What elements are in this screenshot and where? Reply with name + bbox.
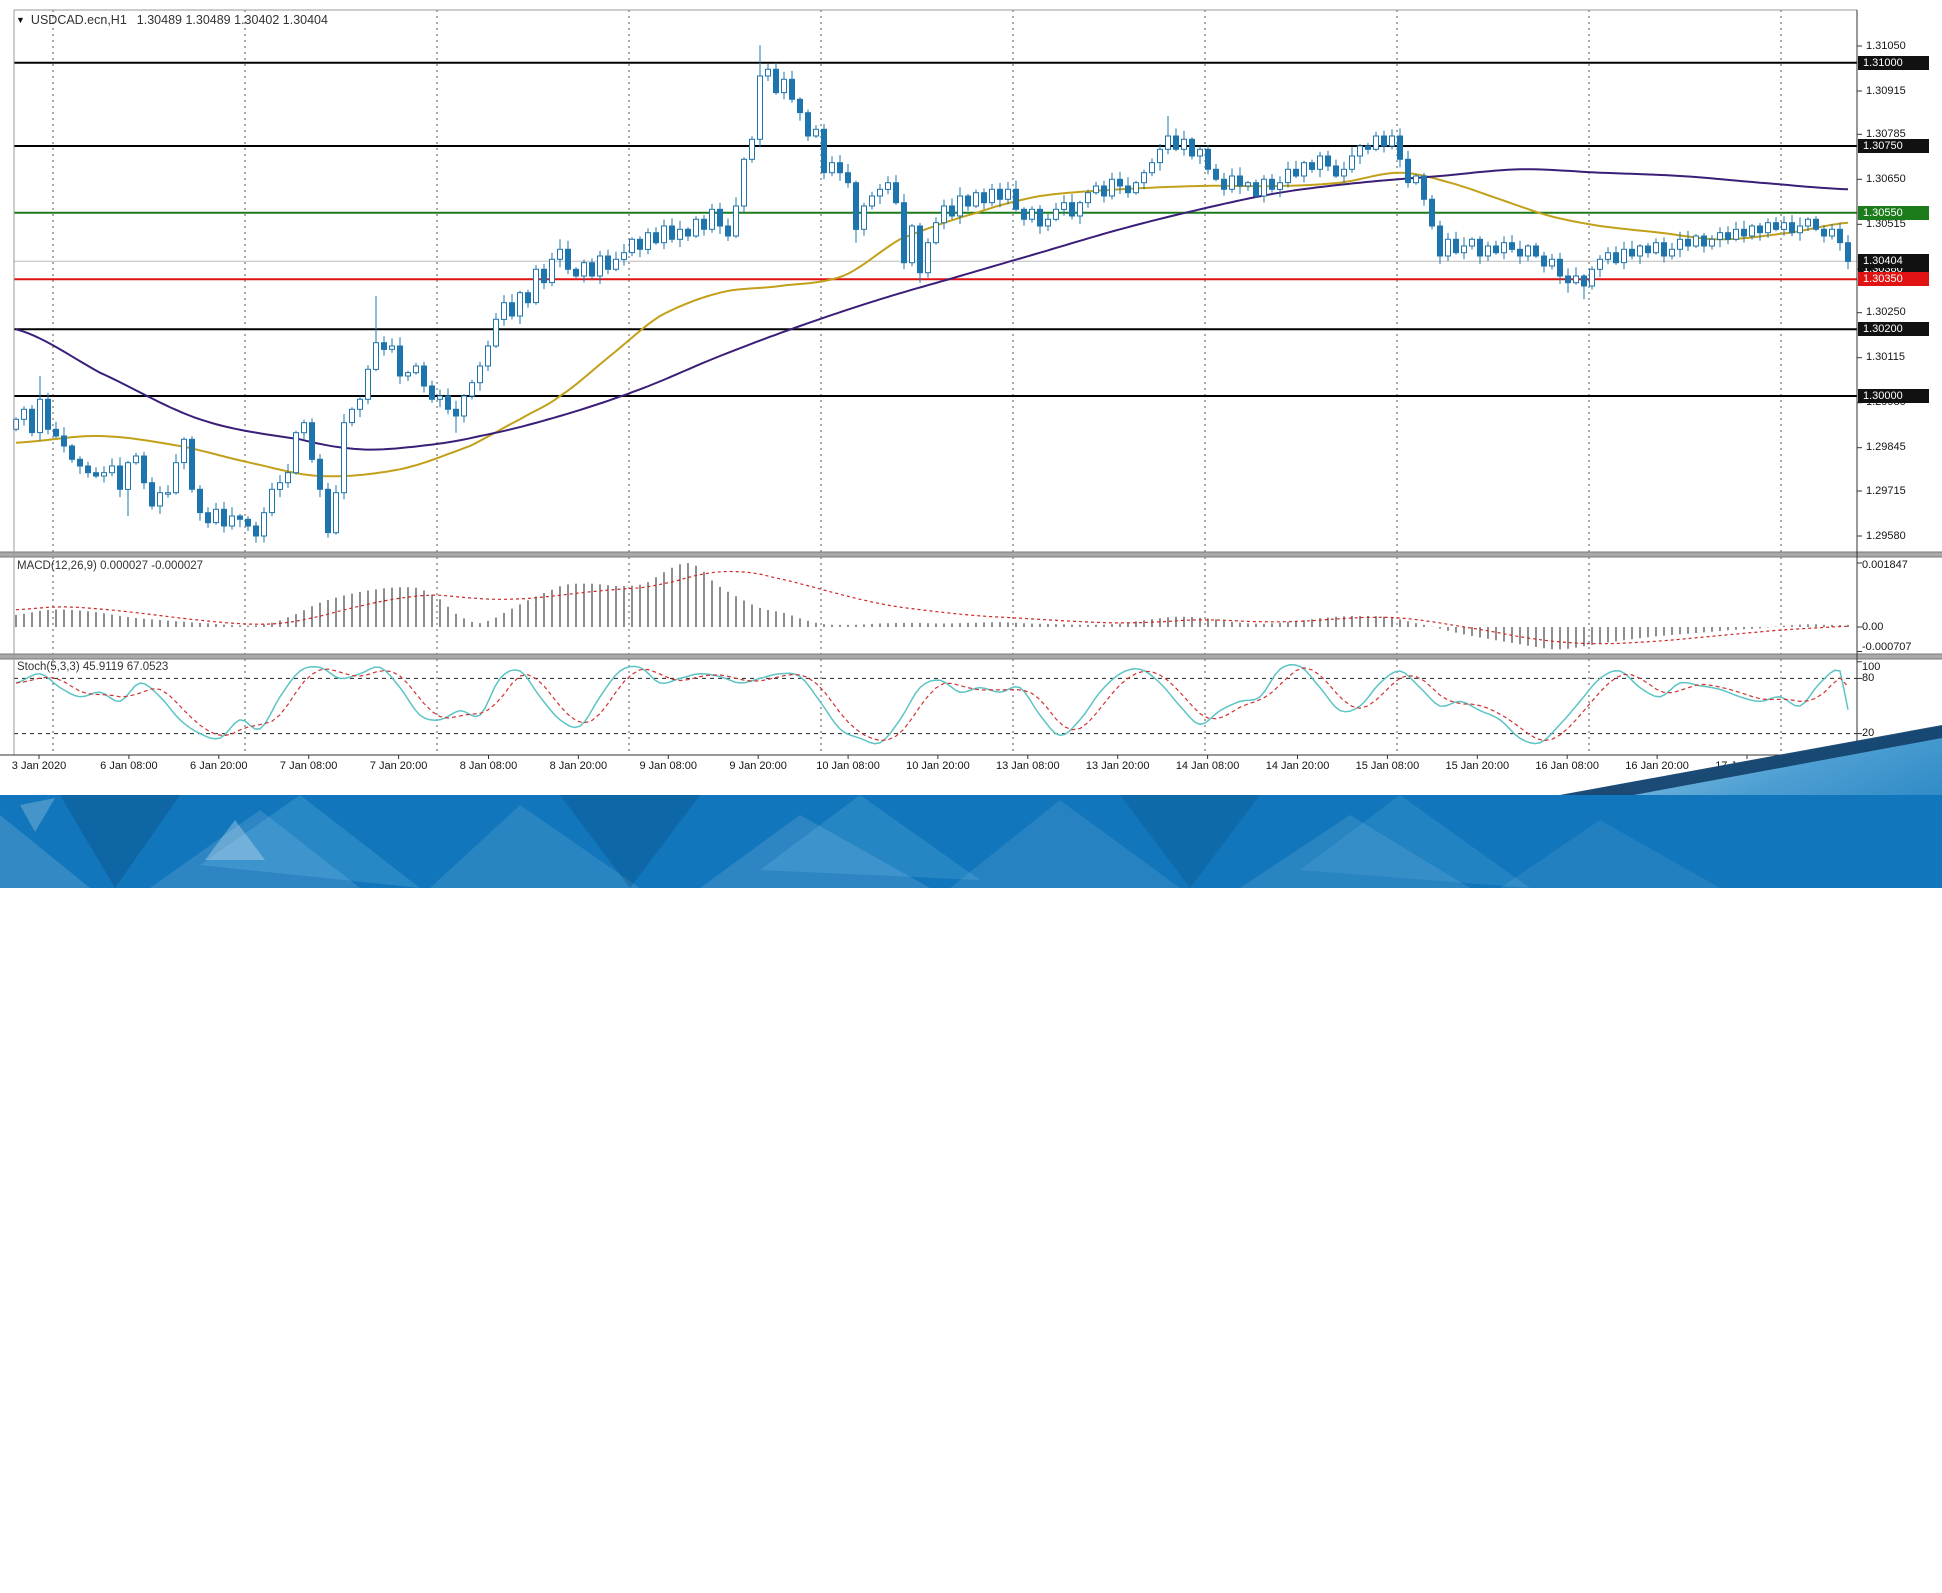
price-axis-label: 1.30515 <box>1866 217 1906 230</box>
price-level-badge: 1.31000 <box>1858 55 1929 70</box>
price-level-badge: 1.30550 <box>1858 205 1929 220</box>
macd-axis-label: -0.000707 <box>1862 641 1912 653</box>
price-level-badge: 1.30404 <box>1858 254 1929 269</box>
price-level-badge: 1.30000 <box>1858 389 1929 403</box>
macd-indicator-label: MACD(12,26,9) 0.000027 -0.000027 <box>17 560 204 572</box>
footer-graphic <box>0 725 1942 888</box>
macd-axis-label: 0.001847 <box>1862 559 1908 571</box>
price-axis-label: 1.31050 <box>1866 39 1906 52</box>
price-axis-label: 1.29580 <box>1866 529 1906 542</box>
collapse-arrow-icon: ▼ <box>16 15 25 25</box>
price-axis-label: 1.29715 <box>1866 484 1906 497</box>
price-axis-label: 1.30650 <box>1866 172 1906 185</box>
brand-tagline: JUST COMFORTABLE TRADING <box>1639 1578 1880 1593</box>
price-level-badge: 1.30750 <box>1858 139 1929 153</box>
macd-axis-label: 0.00 <box>1862 620 1884 633</box>
stoch-axis-label: 80 <box>1862 671 1875 684</box>
symbol-timeframe-label: USDCAD.ecn,H1 <box>30 13 127 27</box>
candles-layer <box>13 68 1851 537</box>
candle-wicks <box>15 45 1849 543</box>
price-level-badge: 1.30350 <box>1858 272 1929 287</box>
price-axis-label: 1.30115 <box>1866 351 1905 364</box>
price-level-badge: 1.30200 <box>1858 322 1929 337</box>
price-axis-label: 1.29845 <box>1866 441 1906 454</box>
price-axis-label: 1.30915 <box>1866 84 1906 97</box>
brand-logo: Justforex <box>1663 1516 1880 1569</box>
stoch-indicator-label: Stoch(5,3,3) 45.9119 67.0523 <box>17 661 169 673</box>
footer-banner: Justforex JUST COMFORTABLE TRADING <box>0 720 1942 1593</box>
price-axis-label: 1.30250 <box>1866 306 1906 319</box>
ohlc-values: 1.30489 1.30489 1.30402 1.30404 <box>136 13 328 27</box>
chart-title: ▼ USDCAD.ecn,H1 1.30489 1.30489 1.30402 1.… <box>16 13 328 27</box>
